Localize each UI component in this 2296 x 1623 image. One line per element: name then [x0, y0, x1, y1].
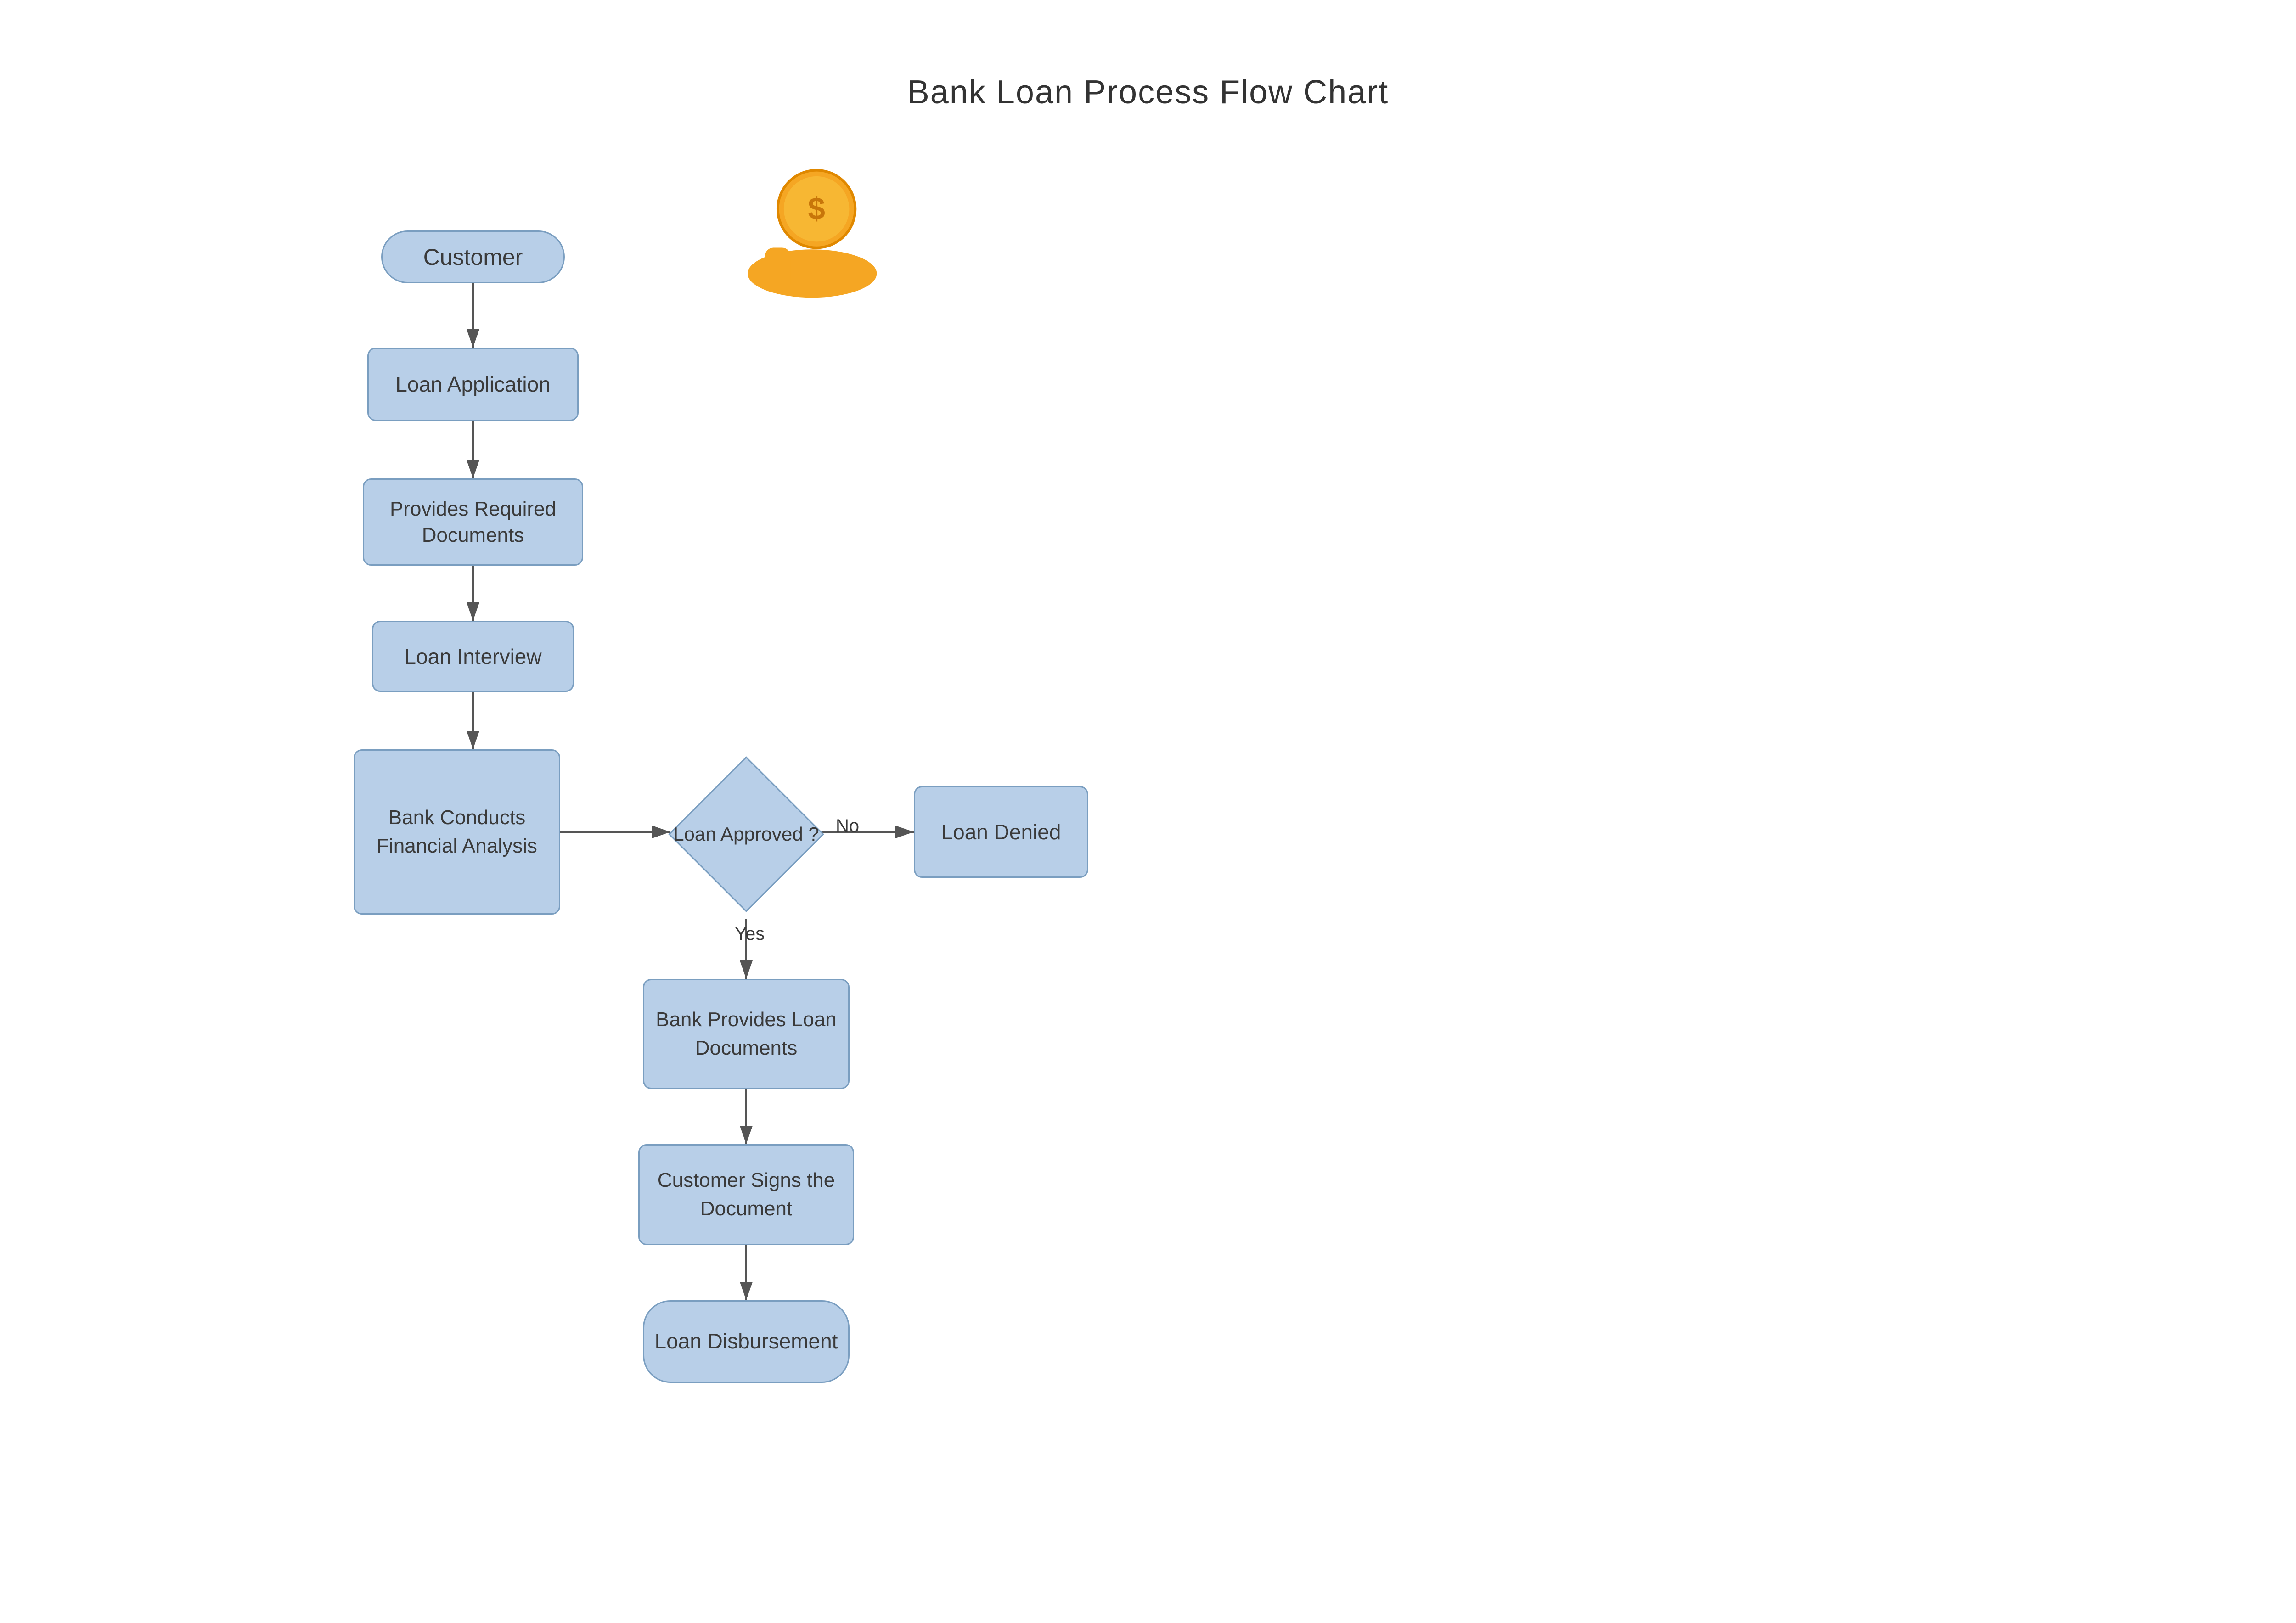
customer-node: Customer	[381, 230, 565, 283]
money-icon: $	[712, 162, 895, 299]
loan-denied-node: Loan Denied	[914, 786, 1088, 878]
loan-interview-node: Loan Interview	[372, 621, 574, 692]
bank-conducts-node: Bank Conducts Financial Analysis	[354, 749, 560, 915]
loan-disbursement-node: Loan Disbursement	[643, 1300, 850, 1383]
loan-approved-diamond: Loan Approved ?	[670, 736, 822, 933]
flowchart: $ Customer Loan Application Provides Req…	[230, 148, 2066, 1525]
loan-application-node: Loan Application	[367, 348, 579, 421]
page-title: Bank Loan Process Flow Chart	[907, 73, 1389, 111]
customer-signs-node: Customer Signs the Document	[638, 1144, 854, 1245]
bank-provides-node: Bank Provides Loan Documents	[643, 979, 850, 1089]
no-label: No	[836, 816, 859, 837]
yes-label: Yes	[735, 924, 765, 944]
svg-text:$: $	[808, 192, 825, 226]
provides-docs-node: Provides Required Documents	[363, 478, 583, 566]
